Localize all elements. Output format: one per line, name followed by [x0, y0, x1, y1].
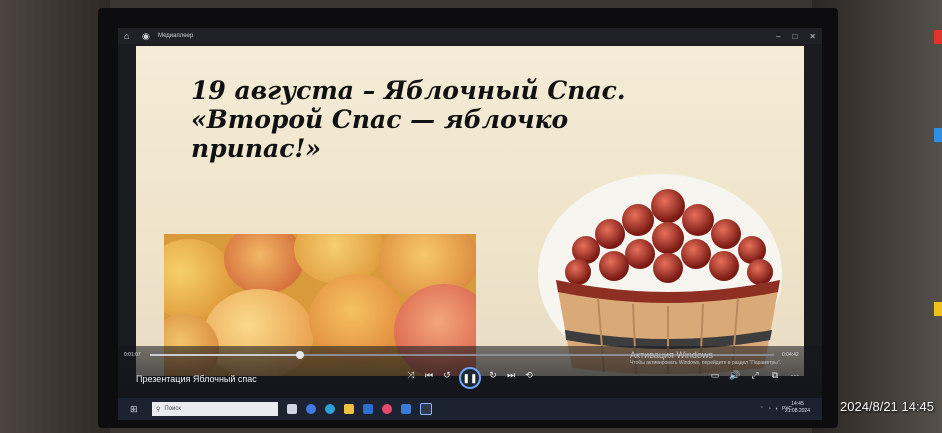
slide-title-line: 19 августа – Яблочный Спас. — [191, 76, 626, 105]
search-placeholder: Поиск — [164, 406, 182, 412]
maximize-button[interactable]: □ — [792, 32, 797, 41]
minimize-button[interactable]: – — [776, 32, 780, 41]
windows-taskbar: ⊞ ⚲ Поиск ⌃ ◔ ◖ РУС 14:45 21.08.2024 — [118, 398, 822, 420]
browser-icon[interactable] — [306, 404, 316, 414]
internet-explorer-icon[interactable] — [363, 404, 373, 414]
subtitles-button[interactable]: ▭ — [708, 370, 722, 381]
media-player-taskbar-icon[interactable] — [420, 403, 432, 415]
wall-background-left — [0, 0, 110, 433]
basket-drawing — [556, 189, 780, 374]
slide-title: 19 августа – Яблочный Спас. «Второй Спас… — [191, 76, 661, 163]
taskbar-clock[interactable]: 14:45 21.08.2024 — [785, 401, 810, 415]
media-title: Презентация Яблочный спас — [136, 374, 257, 384]
apple-pile — [565, 189, 773, 285]
windows-start-icon[interactable]: ⊞ — [130, 404, 146, 415]
edge-color-mark — [934, 302, 942, 316]
file-explorer-icon[interactable] — [344, 404, 354, 414]
app-icon[interactable] — [401, 404, 411, 414]
fullscreen-button[interactable]: ⤢ — [748, 370, 762, 381]
app-icon[interactable] — [382, 404, 392, 414]
window-titlebar: ⌂ ◉ Медиаплеер – □ ✕ — [118, 28, 822, 44]
edge-color-mark — [934, 128, 942, 142]
clock-time: 14:45 — [791, 401, 804, 407]
network-icon[interactable]: ◔ — [768, 406, 771, 412]
rewind-button[interactable]: ↺ — [440, 370, 454, 381]
window-controls: – □ ✕ — [776, 28, 816, 44]
forward-button[interactable]: ↻ — [486, 370, 500, 381]
pause-icon: ❚❚ — [462, 372, 478, 383]
clock-date: 21.08.2024 — [784, 408, 810, 414]
slide-title-line: «Второй Спас — яблочко — [191, 105, 569, 134]
seek-bar-progress — [150, 354, 300, 356]
shuffle-button[interactable]: ⤨ — [404, 370, 418, 381]
next-button[interactable]: ⏭ — [504, 370, 518, 381]
activation-text: Чтобы активировать Windows, перейдите в … — [630, 360, 782, 366]
volume-icon[interactable]: ◖ — [775, 406, 778, 412]
media-player-icon: ◉ — [142, 30, 150, 41]
chevron-up-icon[interactable]: ⌃ — [760, 406, 764, 412]
task-view-icon[interactable] — [287, 404, 297, 414]
edge-icon[interactable] — [325, 404, 335, 414]
edge-color-mark — [934, 30, 942, 44]
elapsed-time: 0:01:07 — [124, 352, 141, 358]
close-button[interactable]: ✕ — [809, 32, 816, 41]
miniplayer-button[interactable]: ⧉ — [768, 370, 782, 381]
home-icon[interactable]: ⌂ — [124, 31, 136, 41]
search-icon: ⚲ — [156, 406, 161, 413]
pause-button[interactable]: ❚❚ — [459, 367, 481, 389]
more-options-button[interactable]: ··· — [788, 370, 802, 380]
window-title: Медиаплеер — [158, 33, 194, 39]
camera-timestamp: 2024/8/21 14:45 — [840, 399, 934, 414]
windows-activation-watermark: Активация Windows Чтобы активировать Win… — [630, 350, 810, 367]
presentation-slide: 19 августа – Яблочный Спас. «Второй Спас… — [136, 46, 804, 376]
volume-button[interactable]: 🔊 — [728, 370, 742, 381]
taskbar-search-box[interactable]: ⚲ Поиск — [152, 402, 278, 416]
repeat-button[interactable]: ⟲ — [522, 370, 536, 381]
apple-image — [224, 234, 304, 294]
monitor-screen: ⌂ ◉ Медиаплеер – □ ✕ 19 августа – Яблочн… — [118, 28, 822, 420]
activation-heading: Активация Windows — [630, 350, 713, 360]
apple-basket-image — [528, 154, 788, 374]
previous-button[interactable]: ⏮ — [422, 370, 436, 381]
seek-bar-thumb[interactable] — [295, 351, 304, 359]
